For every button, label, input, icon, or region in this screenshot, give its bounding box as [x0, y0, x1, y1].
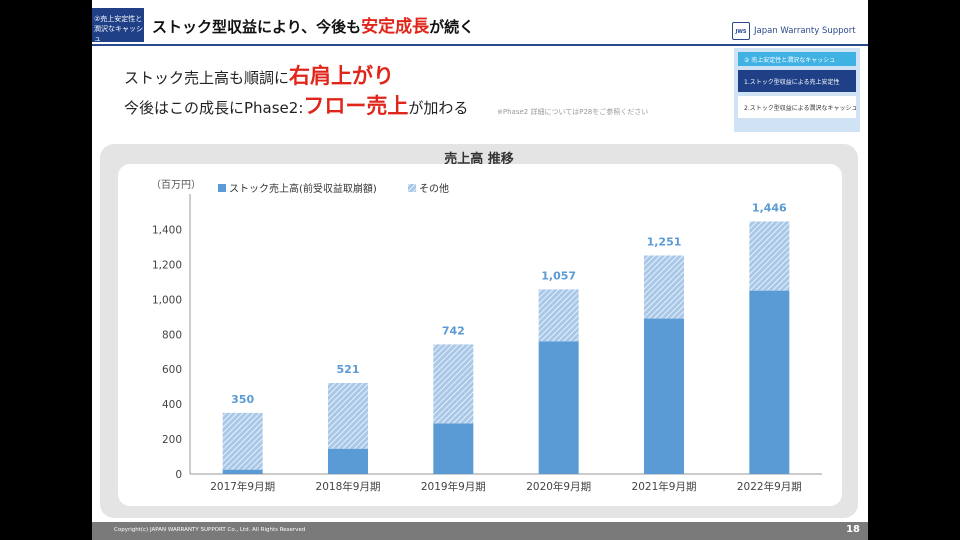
bar-stock	[222, 469, 263, 474]
chart-card: （百万円） 0 200 400 600 800 1,000 1,200 1,400 ストック売上高…	[118, 164, 842, 506]
bar-other	[433, 344, 474, 424]
bar-total-label: 1,057	[541, 269, 576, 282]
page-number: 18	[846, 524, 860, 535]
page-title: ストック型収益により、今後も安定成長が続く	[152, 12, 474, 37]
y-axis-unit: （百万円）	[151, 179, 201, 191]
section-tag: ②売上安定性と潤沢なキャッシュ	[92, 8, 144, 43]
x-tick-label: 2018年9月期	[316, 480, 381, 493]
lead2-prefix: 今後はこの成長にPhase2:	[124, 99, 304, 117]
x-tick-label: 2020年9月期	[526, 480, 591, 493]
company-logo: JWS Japan Warranty Support	[732, 22, 856, 40]
lead1-prefix: ストック売上高も順調に	[124, 69, 290, 87]
section-nav: ② 売上安定性と潤沢なキャッシュ 1.ストック型収益による売上安定性 2.ストッ…	[734, 48, 860, 132]
bar-stock	[538, 341, 579, 474]
logo-text: Japan Warranty Support	[754, 26, 856, 36]
bar-stock	[644, 318, 684, 474]
lead2-suffix: が加わる	[408, 99, 469, 117]
nav-item-cash[interactable]: 2.ストック型収益による潤沢なキャッシュ	[738, 96, 856, 118]
copyright: Copyright(c) JAPAN WARRANTY SUPPORT Co.,…	[114, 527, 306, 533]
chart-panel: 売上高 推移 （百万円） 0 200 400 600 800 1,000 1,200 1,400…	[100, 144, 858, 518]
y-tick-label: 0	[175, 469, 182, 481]
lead-line-1: ストック売上高も順調に右肩上がり	[124, 60, 394, 90]
bar-stock	[328, 448, 368, 474]
slide: ②売上安定性と潤沢なキャッシュ ストック型収益により、今後も安定成長が続く JW…	[92, 0, 868, 540]
y-tick-label: 1,000	[152, 294, 182, 306]
legend-label-stock: ストック売上高(前受収益取崩額)	[229, 182, 377, 195]
bar-total-label: 521	[337, 363, 360, 376]
x-tick-label: 2021年9月期	[632, 480, 697, 493]
lead1-highlight: 右肩上がり	[289, 64, 395, 88]
x-tick-label: 2019年9月期	[421, 480, 486, 493]
bar-total-label: 1,251	[647, 235, 682, 248]
y-tick-label: 200	[162, 434, 182, 446]
y-tick-label: 800	[162, 329, 182, 341]
bar-other	[328, 382, 368, 449]
bar-stock	[749, 290, 790, 474]
legend-swatch-other	[408, 184, 416, 192]
y-tick-label: 400	[162, 399, 182, 411]
bar-other	[644, 255, 684, 319]
title-prefix: ストック型収益により、今後も	[152, 18, 362, 36]
bar-total-label: 350	[231, 393, 254, 406]
legend-swatch-stock	[218, 184, 226, 192]
title-suffix: が続く	[429, 18, 475, 36]
bar-other	[222, 412, 263, 470]
lead2-highlight: フロー売上	[303, 94, 409, 118]
bar-total-label: 1,446	[752, 201, 787, 214]
footer: Copyright(c) JAPAN WARRANTY SUPPORT Co.,…	[92, 522, 868, 540]
reference-note: ※Phase2 詳細についてはP28をご参照ください	[497, 108, 649, 116]
bar-total-label: 742	[442, 324, 465, 337]
bar-other	[749, 221, 790, 291]
nav-item-section[interactable]: ② 売上安定性と潤沢なキャッシュ	[738, 52, 856, 66]
title-strong: 安定成長	[361, 17, 430, 37]
house-logo-icon: JWS	[732, 22, 750, 40]
y-tick-label: 1,200	[152, 259, 182, 271]
nav-item-stock-revenue[interactable]: 1.ストック型収益による売上安定性	[738, 70, 856, 92]
header-divider	[92, 44, 868, 46]
legend-label-other: その他	[419, 182, 449, 195]
x-tick-label: 2017年9月期	[210, 480, 275, 493]
revenue-chart: （百万円） 0 200 400 600 800 1,000 1,200 1,400 ストック売上高…	[151, 179, 822, 493]
y-tick-label: 600	[162, 364, 182, 376]
x-tick-label: 2022年9月期	[737, 480, 802, 493]
bar-stock	[433, 423, 474, 474]
lead-line-2: 今後はこの成長にPhase2:フロー売上が加わる	[124, 90, 468, 120]
y-tick-label: 1,400	[152, 224, 182, 236]
bar-other	[538, 289, 579, 342]
